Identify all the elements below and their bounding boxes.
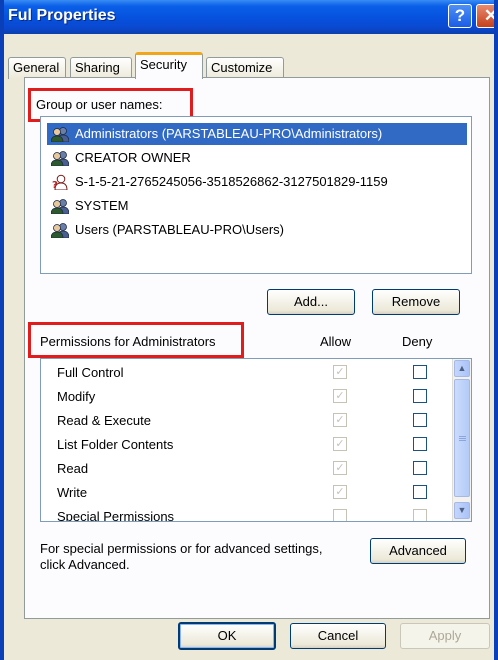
- user-item-creator-owner[interactable]: CREATOR OWNER: [47, 147, 467, 169]
- permission-row-modify: Modify ✓: [41, 385, 451, 409]
- allow-checkbox: ✓: [333, 437, 347, 451]
- allow-checkbox: ✓: [333, 461, 347, 475]
- user-item-administrators[interactable]: Administrators (PARSTABLEAU-PRO\Administ…: [47, 123, 467, 145]
- deny-column-header: Deny: [402, 334, 433, 349]
- svg-text:?: ?: [52, 180, 58, 190]
- permissions-list[interactable]: Full Control ✓ Modify ✓ Read & Execute ✓…: [40, 358, 472, 522]
- allow-checkbox: ✓: [333, 389, 347, 403]
- allow-checkbox: ✓: [333, 485, 347, 499]
- permission-row-full-control: Full Control ✓: [41, 361, 451, 385]
- tab-sharing[interactable]: Sharing: [70, 57, 132, 79]
- cancel-button[interactable]: Cancel: [290, 623, 386, 649]
- title-bar[interactable]: Ful Properties ? ✕: [4, 0, 494, 34]
- permission-row-list-folder-contents: List Folder Contents ✓: [41, 433, 451, 457]
- advanced-hint-line2: click Advanced.: [40, 557, 130, 572]
- deny-checkbox[interactable]: [413, 485, 427, 499]
- deny-checkbox: [413, 509, 427, 521]
- scroll-up-icon[interactable]: ▲: [454, 360, 470, 377]
- grip-line: [459, 440, 466, 441]
- permission-row-special-permissions: Special Permissions: [41, 505, 451, 521]
- advanced-button[interactable]: Advanced: [370, 538, 466, 564]
- user-group-icon: [51, 127, 69, 142]
- help-button[interactable]: ?: [448, 4, 472, 28]
- highlight-box: [28, 322, 244, 358]
- deny-checkbox[interactable]: [413, 437, 427, 451]
- deny-checkbox[interactable]: [413, 461, 427, 475]
- user-group-icon: [51, 223, 69, 238]
- grip-line: [459, 438, 466, 439]
- permissions-scrollbar[interactable]: ▲ ▼: [452, 359, 471, 521]
- user-list[interactable]: Administrators (PARSTABLEAU-PRO\Administ…: [40, 116, 472, 274]
- allow-checkbox: ✓: [333, 413, 347, 427]
- scroll-thumb[interactable]: [454, 379, 470, 497]
- tab-customize[interactable]: Customize: [206, 57, 284, 79]
- allow-checkbox: [333, 509, 347, 521]
- user-item-users[interactable]: Users (PARSTABLEAU-PRO\Users): [47, 219, 467, 241]
- user-group-icon: [51, 199, 69, 214]
- unknown-user-icon: ?: [52, 174, 68, 190]
- user-item-system[interactable]: SYSTEM: [47, 195, 467, 217]
- permission-row-read: Read ✓: [41, 457, 451, 481]
- window-title: Ful Properties: [8, 7, 116, 24]
- remove-button[interactable]: Remove: [372, 289, 460, 315]
- tab-general[interactable]: General: [8, 57, 66, 79]
- scroll-down-icon[interactable]: ▼: [454, 502, 470, 519]
- permission-row-read-execute: Read & Execute ✓: [41, 409, 451, 433]
- close-button[interactable]: ✕: [476, 4, 494, 28]
- add-button[interactable]: Add...: [267, 289, 355, 315]
- deny-checkbox[interactable]: [413, 389, 427, 403]
- permission-row-write: Write ✓: [41, 481, 451, 505]
- allow-column-header: Allow: [320, 334, 352, 349]
- allow-checkbox: ✓: [333, 365, 347, 379]
- tab-security[interactable]: Security: [135, 52, 203, 79]
- advanced-hint-line1: For special permissions or for advanced …: [40, 541, 323, 556]
- deny-checkbox[interactable]: [413, 365, 427, 379]
- ok-button[interactable]: OK: [178, 622, 276, 650]
- user-group-icon: [51, 151, 69, 166]
- grip-line: [459, 436, 466, 437]
- apply-button[interactable]: Apply: [400, 623, 490, 649]
- user-item-sid[interactable]: ? S-1-5-21-2765245056-3518526862-3127501…: [47, 171, 467, 193]
- deny-checkbox[interactable]: [413, 413, 427, 427]
